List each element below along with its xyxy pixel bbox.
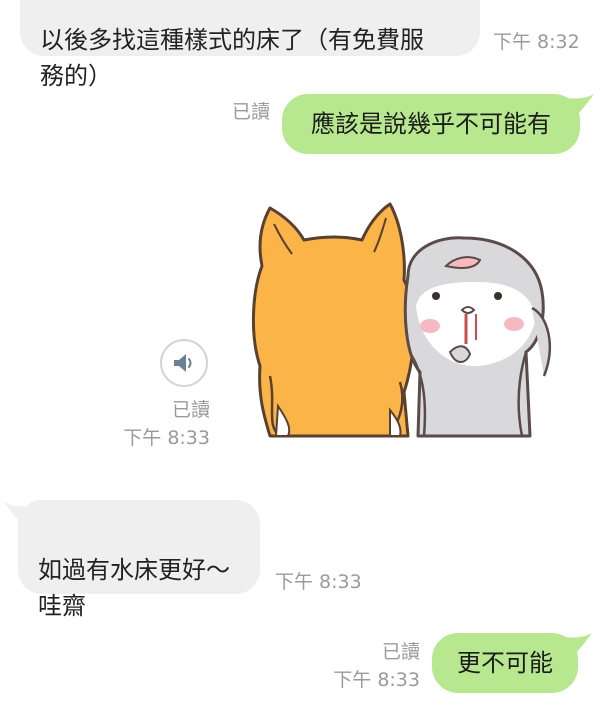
message-text: 應該是說幾乎不可能有	[311, 110, 551, 138]
message-bubble[interactable]: 以後多找這種樣式的床了（有免費服 務的）	[20, 0, 480, 90]
message-text: 如過有水床更好～ 哇齋	[38, 556, 230, 620]
read-receipt: 已讀	[231, 101, 270, 123]
shiba-and-rabbit-sticker[interactable]	[240, 196, 560, 441]
message-timestamp: 下午 8:32	[493, 31, 580, 53]
read-receipt: 已讀	[381, 641, 420, 663]
bubble-tail	[564, 633, 592, 657]
message-bubble[interactable]: 如過有水床更好～ 哇齋	[18, 500, 260, 620]
message-timestamp: 下午 8:33	[123, 427, 210, 449]
shiba-dog-figure	[251, 202, 416, 438]
speaker-icon	[174, 354, 192, 372]
sticker-sound-button[interactable]	[160, 339, 208, 387]
message-timestamp: 下午 8:33	[275, 571, 362, 593]
message-timestamp: 下午 8:33	[333, 669, 420, 691]
message-text: 以後多找這種樣式的床了（有免費服 務的）	[40, 26, 424, 90]
read-receipt: 已讀	[171, 399, 210, 421]
message-bubble[interactable]: 應該是說幾乎不可能有	[282, 94, 580, 154]
rabbit-figure	[403, 236, 551, 438]
message-text: 更不可能	[457, 649, 553, 677]
bubble-tail	[566, 94, 594, 118]
message-bubble[interactable]: 更不可能	[432, 633, 578, 693]
